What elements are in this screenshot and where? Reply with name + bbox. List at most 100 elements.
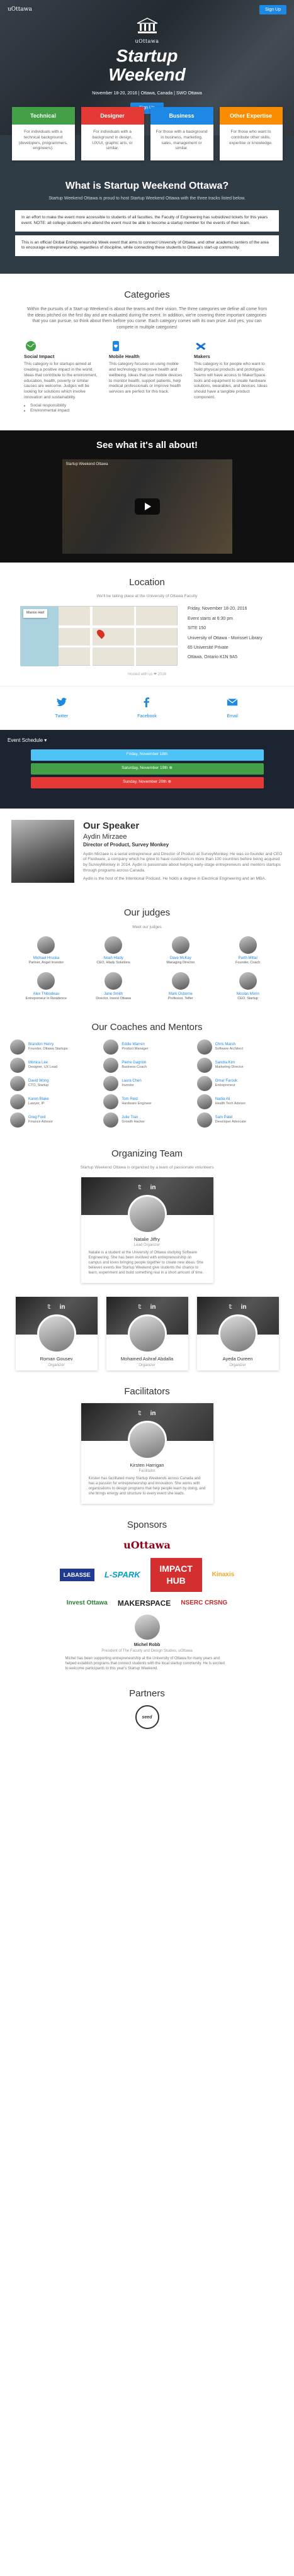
judge-name[interactable]: Noah Hlady <box>80 956 147 961</box>
coach-card: Sandra Kim Marketing Director <box>196 1057 284 1073</box>
coach-card: Pierre Gagnon Business Coach <box>103 1057 190 1073</box>
nav-brand[interactable]: uOttawa <box>8 6 32 13</box>
map[interactable]: Marion Hall <box>20 606 178 667</box>
location-section: Location We'll be taking place at the Un… <box>0 563 294 686</box>
sponsor-logo-nserc[interactable]: NSERC CRSNG <box>181 1599 227 1608</box>
category-text: This category focuses on using mobile an… <box>109 362 183 395</box>
coach-name[interactable]: Sam Patel <box>215 1115 246 1120</box>
judge-name[interactable]: Dave McKay <box>147 956 215 961</box>
coach-name[interactable]: Laura Chen <box>122 1078 141 1084</box>
coach-role: Health Tech Advisor <box>215 1102 246 1106</box>
email-icon <box>227 698 238 706</box>
coaches-title: Our Coaches and Mentors <box>91 1022 203 1033</box>
judges-section: Our judges Meet our judges Michael Hrusk… <box>0 897 294 1012</box>
avatar <box>103 1057 119 1073</box>
judge-role: Professor, Telfer <box>168 997 193 1000</box>
coach-name[interactable]: Eddie Warren <box>122 1042 148 1047</box>
judges-sub: Meet our judges <box>132 924 162 929</box>
location-title: Location <box>129 577 165 588</box>
team-lead-role: Lead Organizer <box>133 1243 161 1247</box>
social-facebook[interactable]: Facebook <box>115 697 178 720</box>
partners-section: Partners seed <box>0 1677 294 1743</box>
sponsor-logo-uottawa[interactable]: uOttawa <box>123 1538 171 1552</box>
track-card[interactable]: Business For those with a background in b… <box>150 107 213 161</box>
coach-name[interactable]: Monica Lee <box>28 1060 57 1065</box>
coach-role: Software Architect <box>215 1047 243 1051</box>
categories-list: Social Impact This category is for startu… <box>15 340 279 414</box>
location-date: Friday, November 18-20, 2016 <box>188 607 247 612</box>
track-card[interactable]: Designer For individuals with a backgroun… <box>81 107 144 161</box>
judge-name[interactable]: Jane Smith <box>80 992 147 997</box>
judge-name[interactable]: Mark Osborne <box>147 992 215 997</box>
play-icon[interactable] <box>134 498 160 515</box>
social-email-label: Email <box>227 714 238 719</box>
building-icon <box>137 18 157 33</box>
avatar <box>103 1039 119 1055</box>
schedule-day-button[interactable]: Friday, November 18th <box>30 749 264 761</box>
category-item: Makers This category is for people who wa… <box>194 340 270 414</box>
avatar <box>196 1039 212 1055</box>
category-text: This category is for people who want to … <box>194 362 268 400</box>
schedule-section: Event Schedule ▾ Friday, November 18th Sa… <box>0 729 294 809</box>
schedule-day-button[interactable]: Saturday, November 19th ⊕ <box>30 763 264 775</box>
judge-role: Entrepreneur in Residence <box>25 997 67 1000</box>
avatar <box>127 1314 167 1354</box>
social-twitter[interactable]: Twitter <box>30 697 93 720</box>
coach-name[interactable]: Nadia Ali <box>215 1097 246 1102</box>
coaches-section: Our Coaches and Mentors Brandon Henry Fou… <box>0 1012 294 1138</box>
coach-card: Monica Lee Designer, UX Lead <box>10 1057 97 1073</box>
category-item: Social Impact This category is for startu… <box>24 340 100 414</box>
avatar <box>105 936 123 955</box>
video-title: See what it's all about! <box>96 440 198 451</box>
coach-name[interactable]: Karen Blake <box>28 1097 49 1102</box>
whatis-box-2: This is an official Global Entrepreneurs… <box>15 235 279 257</box>
schedule-day-button[interactable]: Sunday, November 20th ⊕ <box>30 776 264 788</box>
judge-role: Managing Director <box>166 961 195 965</box>
partner-logo-seed[interactable]: seed <box>135 1705 159 1730</box>
coach-name[interactable]: Julie Tran <box>122 1115 145 1120</box>
sponsor-logo-invest-ottawa[interactable]: Invest Ottawa <box>67 1599 108 1608</box>
hero-title-weekend: Weekend <box>108 64 186 84</box>
coach-name[interactable]: Omar Farouk <box>215 1078 237 1084</box>
categories-title: Categories <box>124 289 170 301</box>
sponsor-logo-makerspace[interactable]: MAKERSPACE <box>118 1598 171 1608</box>
social-twitter-label: Twitter <box>55 714 69 719</box>
coach-name[interactable]: Sandra Kim <box>215 1060 244 1065</box>
hero-title-startup: Startup <box>116 45 178 65</box>
sponsor-logo-kinaxis[interactable]: Kinaxis <box>212 1571 235 1579</box>
track-name: Technical <box>11 107 75 125</box>
judge-name[interactable]: Alex Thibodeau <box>13 992 80 997</box>
location-time: Event starts at 6:30 pm <box>188 616 233 621</box>
coach-name[interactable]: Brandon Henry <box>28 1042 68 1047</box>
coach-name[interactable]: David Wong <box>28 1078 49 1084</box>
track-card[interactable]: Other Expertise For those who want to con… <box>219 107 283 161</box>
sponsor-logo-labasse[interactable]: LABASSE <box>59 1569 94 1582</box>
social-email[interactable]: Email <box>201 697 264 720</box>
judge-role: CEO, Startup <box>237 997 258 1000</box>
nav-signup-button[interactable]: Sign Up <box>259 4 286 14</box>
track-card[interactable]: Technical For individuals with a technica… <box>11 107 75 161</box>
category-name: Mobile Health <box>109 354 140 360</box>
coach-card: Julie Tran Growth Hacker <box>103 1112 190 1128</box>
judge-card: Nicolas Morin CEO, Startup <box>214 972 281 1002</box>
speaker-heading: Our Speaker <box>83 820 140 831</box>
hero-uottawa: uOttawa <box>135 38 159 45</box>
sponsor-bio-name: Michel Robb <box>133 1643 161 1648</box>
coach-role: Developer Advocate <box>215 1120 246 1124</box>
category-text: This category is for startups aimed at c… <box>24 362 98 400</box>
judge-name[interactable]: Michael Hruska <box>13 956 80 961</box>
judge-name[interactable]: Nicolas Morin <box>214 992 281 997</box>
speaker-bio-1: Aydin Mirzaee is a serial entrepreneur a… <box>83 851 283 873</box>
schedule-title[interactable]: Event Schedule ▾ <box>0 737 294 744</box>
coach-name[interactable]: Pierre Gagnon <box>122 1060 147 1065</box>
coach-name[interactable]: Chris Marsh <box>215 1042 243 1047</box>
sponsor-logo-lspark[interactable]: L-SPARK <box>105 1569 140 1581</box>
sponsor-logo-impact-hub[interactable]: IMPACT HUB <box>150 1558 202 1593</box>
coach-name[interactable]: Tom Reid <box>122 1097 151 1102</box>
coach-name[interactable]: Greg Ford <box>28 1115 53 1120</box>
judge-name[interactable]: Parth Mittal <box>214 956 281 961</box>
location-room: SITE 150 <box>188 626 206 631</box>
team-section: Organizing Team Startup Weekend Ottawa i… <box>0 1139 294 1377</box>
video-player[interactable]: Startup Weekend Ottawa <box>62 459 232 554</box>
location-street: 65 Université Private <box>188 645 229 650</box>
